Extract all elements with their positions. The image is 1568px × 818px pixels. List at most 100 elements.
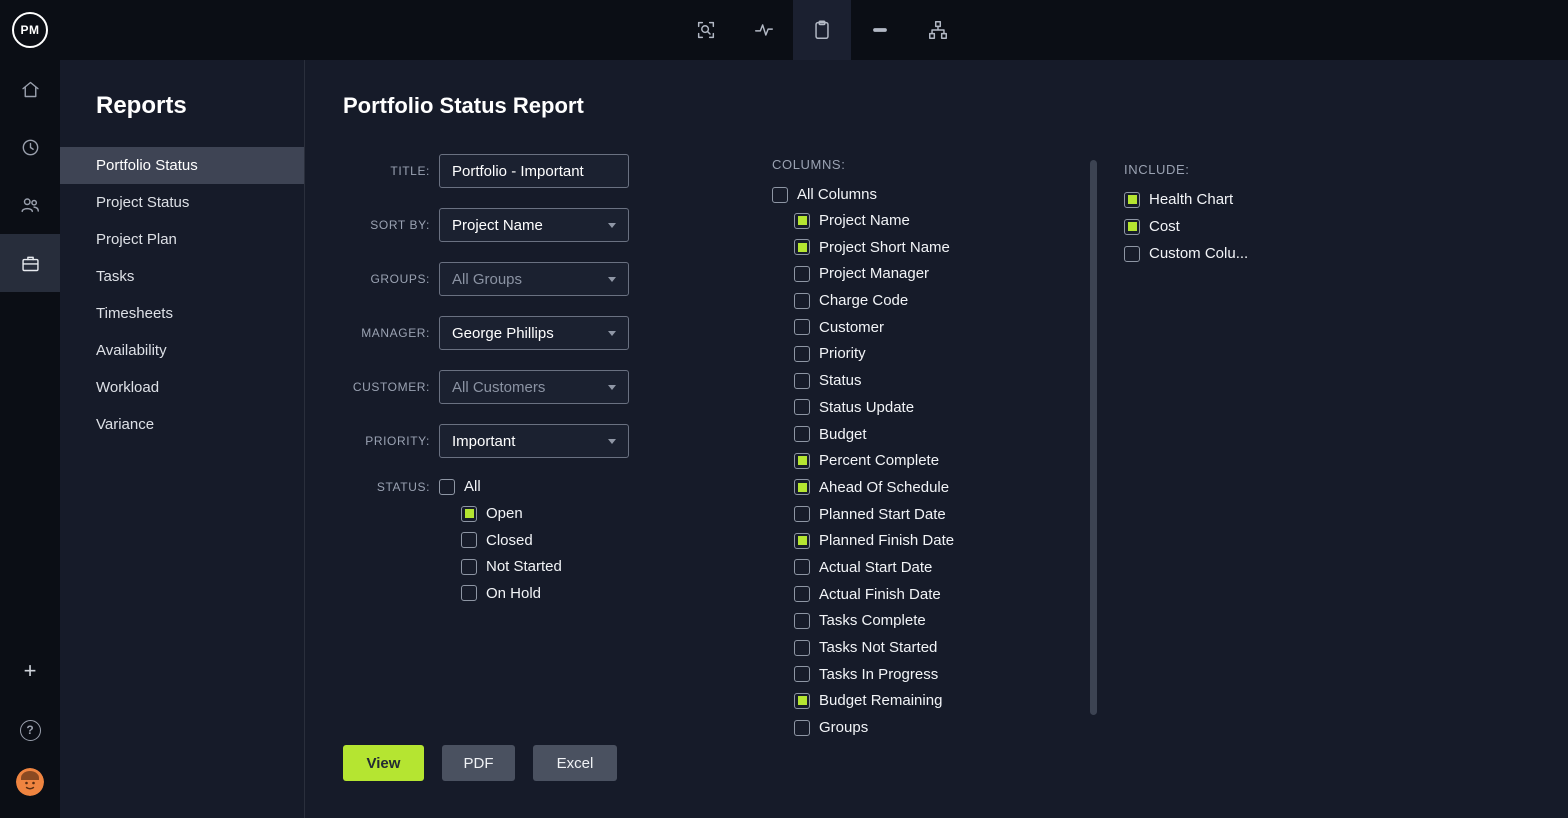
all-columns-option[interactable]: All Columns xyxy=(772,186,1092,203)
column-option-ahead-of-schedule[interactable]: Ahead Of Schedule xyxy=(794,479,1092,496)
include-option-custom-columns[interactable]: Custom Colu... xyxy=(1124,245,1248,262)
checkbox[interactable] xyxy=(794,479,810,495)
checkbox[interactable] xyxy=(794,640,810,656)
checkbox[interactable] xyxy=(794,319,810,335)
column-option-list: Project Name Project Short Name Project … xyxy=(794,212,1092,736)
zoom-search-icon[interactable] xyxy=(677,0,735,60)
checkbox[interactable] xyxy=(794,586,810,602)
checkbox[interactable] xyxy=(461,532,477,548)
checkbox[interactable] xyxy=(439,479,455,495)
sidebar-item-project-plan[interactable]: Project Plan xyxy=(60,221,304,258)
include-option-health-chart[interactable]: Health Chart xyxy=(1124,191,1248,208)
column-option-status-update[interactable]: Status Update xyxy=(794,399,1092,416)
column-option-project-short-name[interactable]: Project Short Name xyxy=(794,239,1092,256)
sitemap-icon[interactable] xyxy=(909,0,967,60)
sidebar-item-project-status[interactable]: Project Status xyxy=(60,184,304,221)
reports-sidebar: Reports Portfolio Status Project Status … xyxy=(60,60,305,818)
status-option-on-hold[interactable]: On Hold xyxy=(461,585,562,602)
column-option-planned-start-date[interactable]: Planned Start Date xyxy=(794,506,1092,523)
column-option-percent-complete[interactable]: Percent Complete xyxy=(794,452,1092,469)
columns-section-label: COLUMNS: xyxy=(772,157,1092,172)
checkbox[interactable] xyxy=(794,293,810,309)
columns-panel: COLUMNS: All Columns Project Name Projec… xyxy=(772,157,1092,746)
checkbox[interactable] xyxy=(461,585,477,601)
priority-select[interactable]: Important xyxy=(439,424,629,458)
checkbox[interactable] xyxy=(794,613,810,629)
sidebar-item-availability[interactable]: Availability xyxy=(60,332,304,369)
checkbox[interactable] xyxy=(794,666,810,682)
checkbox[interactable] xyxy=(794,533,810,549)
excel-button[interactable]: Excel xyxy=(533,745,617,781)
checkbox[interactable] xyxy=(794,426,810,442)
checkbox[interactable] xyxy=(461,559,477,575)
checkbox[interactable] xyxy=(794,720,810,736)
view-button[interactable]: View xyxy=(343,745,424,781)
column-option-project-name[interactable]: Project Name xyxy=(794,212,1092,229)
status-option-all[interactable]: All xyxy=(439,478,562,495)
checkbox[interactable] xyxy=(794,559,810,575)
people-icon[interactable] xyxy=(0,176,60,234)
dash-icon[interactable] xyxy=(851,0,909,60)
sortby-select[interactable]: Project Name xyxy=(439,208,629,242)
columns-scrollbar[interactable] xyxy=(1090,160,1097,715)
sidebar-item-timesheets[interactable]: Timesheets xyxy=(60,295,304,332)
include-option-cost[interactable]: Cost xyxy=(1124,218,1248,235)
column-option-tasks-in-progress[interactable]: Tasks In Progress xyxy=(794,666,1092,683)
column-option-actual-start-date[interactable]: Actual Start Date xyxy=(794,559,1092,576)
title-input[interactable] xyxy=(439,154,629,188)
sidebar-item-portfolio-status[interactable]: Portfolio Status xyxy=(60,147,304,184)
checkbox-label: Customer xyxy=(819,319,884,336)
checkbox[interactable] xyxy=(794,693,810,709)
customer-select[interactable]: All Customers xyxy=(439,370,629,404)
checkbox[interactable] xyxy=(794,373,810,389)
checkbox[interactable] xyxy=(461,506,477,522)
column-option-status[interactable]: Status xyxy=(794,372,1092,389)
home-icon[interactable] xyxy=(0,60,60,118)
add-button[interactable]: + xyxy=(0,651,60,691)
manager-select[interactable]: George Phillips xyxy=(439,316,629,350)
column-option-priority[interactable]: Priority xyxy=(794,345,1092,362)
column-option-tasks-not-started[interactable]: Tasks Not Started xyxy=(794,639,1092,656)
column-option-charge-code[interactable]: Charge Code xyxy=(794,292,1092,309)
user-avatar[interactable] xyxy=(0,762,60,802)
checkbox[interactable] xyxy=(794,506,810,522)
checkbox[interactable] xyxy=(1124,219,1140,235)
column-option-groups[interactable]: Groups xyxy=(794,719,1092,736)
checkbox[interactable] xyxy=(794,399,810,415)
column-option-budget-remaining[interactable]: Budget Remaining xyxy=(794,692,1092,709)
checkbox[interactable] xyxy=(794,213,810,229)
checkbox[interactable] xyxy=(772,187,788,203)
page-title: Portfolio Status Report xyxy=(343,93,584,119)
portfolio-briefcase-icon[interactable] xyxy=(0,234,60,292)
pm-logo[interactable]: PM xyxy=(12,12,48,48)
groups-select[interactable]: All Groups xyxy=(439,262,629,296)
customer-row: CUSTOMER: All Customers xyxy=(343,370,629,404)
column-option-tasks-complete[interactable]: Tasks Complete xyxy=(794,612,1092,629)
status-option-open[interactable]: Open xyxy=(461,505,562,522)
status-option-closed[interactable]: Closed xyxy=(461,532,562,549)
clock-icon[interactable] xyxy=(0,118,60,176)
activity-icon[interactable] xyxy=(735,0,793,60)
checkbox-label: Project Name xyxy=(819,212,910,229)
sidebar-item-tasks[interactable]: Tasks xyxy=(60,258,304,295)
checkbox-label: Project Manager xyxy=(819,265,929,282)
checkbox[interactable] xyxy=(1124,192,1140,208)
sidebar-item-variance[interactable]: Variance xyxy=(60,406,304,443)
column-option-budget[interactable]: Budget xyxy=(794,426,1092,443)
checkbox[interactable] xyxy=(794,239,810,255)
help-button[interactable]: ? xyxy=(0,710,60,750)
checkbox[interactable] xyxy=(794,266,810,282)
status-option-not-started[interactable]: Not Started xyxy=(461,558,562,575)
column-option-actual-finish-date[interactable]: Actual Finish Date xyxy=(794,586,1092,603)
checkbox[interactable] xyxy=(1124,246,1140,262)
checkbox[interactable] xyxy=(794,453,810,469)
pdf-button[interactable]: PDF xyxy=(442,745,515,781)
column-option-project-manager[interactable]: Project Manager xyxy=(794,265,1092,282)
reports-clipboard-icon[interactable] xyxy=(793,0,851,60)
column-option-planned-finish-date[interactable]: Planned Finish Date xyxy=(794,532,1092,549)
main-content: Portfolio Status Report TITLE: SORT BY: … xyxy=(306,60,1568,818)
column-option-customer[interactable]: Customer xyxy=(794,319,1092,336)
sidebar-item-workload[interactable]: Workload xyxy=(60,369,304,406)
checkbox[interactable] xyxy=(794,346,810,362)
sortby-label: SORT BY: xyxy=(343,218,430,232)
